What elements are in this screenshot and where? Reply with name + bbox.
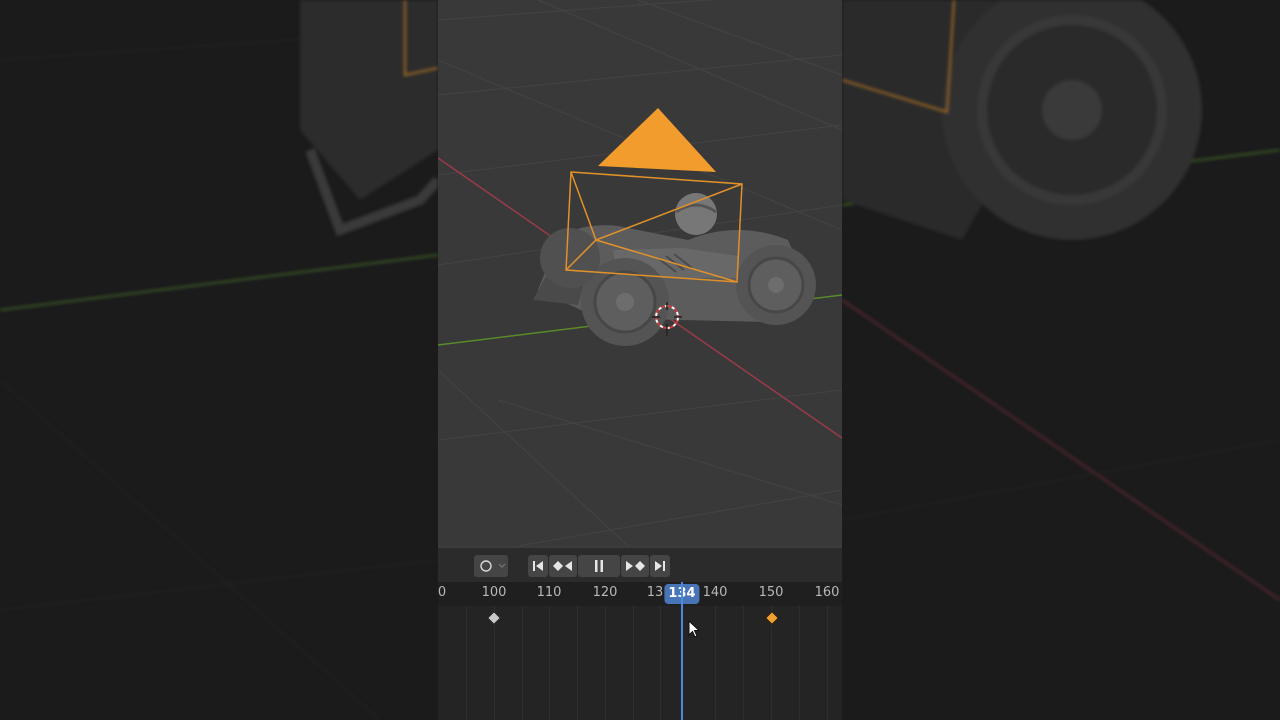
playhead[interactable] <box>681 582 683 720</box>
ruler-label: 0 <box>438 585 447 600</box>
keyframe-frame-100[interactable] <box>486 610 502 626</box>
keyframe-area[interactable] <box>438 606 842 720</box>
background-right-art <box>842 0 1280 601</box>
grid-line <box>660 606 661 720</box>
prev-keyframe-button[interactable] <box>549 555 577 577</box>
grid-line <box>715 606 716 720</box>
ruler-label: 150 <box>758 585 784 600</box>
viewport-scene <box>438 0 842 546</box>
grid-line <box>577 606 578 720</box>
race-car-model[interactable] <box>533 193 816 346</box>
pause-icon <box>595 560 603 572</box>
ruler-label: 110 <box>536 585 562 600</box>
ruler-label: 160 <box>814 585 840 600</box>
skip-end-icon <box>655 561 665 571</box>
background-blur-right <box>842 0 1280 720</box>
circle-icon <box>480 560 506 572</box>
grid-line <box>743 606 744 720</box>
ruler-label: 13 <box>646 585 664 600</box>
ruler-label: 140 <box>702 585 728 600</box>
skip-start-icon <box>533 561 543 571</box>
keyframe-frame-150-selected[interactable] <box>764 610 780 626</box>
grid-line <box>799 606 800 720</box>
next-keyframe-button[interactable] <box>621 555 649 577</box>
ruler-label: 100 <box>481 585 507 600</box>
ruler-label: 120 <box>592 585 618 600</box>
grid-line <box>522 606 523 720</box>
prev-keyframe-icon <box>553 561 572 571</box>
3d-viewport[interactable] <box>438 0 842 546</box>
frame-ruler[interactable]: 0 100 110 120 13 140 150 160 134 <box>438 582 842 606</box>
background-blur-left <box>0 0 438 720</box>
pause-button[interactable] <box>578 555 620 577</box>
auto-keying-toggle[interactable] <box>474 555 508 577</box>
jump-to-start-button[interactable] <box>528 555 548 577</box>
timeline-editor: 0 100 110 120 13 140 150 160 134 <box>438 546 842 720</box>
grid-line <box>605 606 606 720</box>
background-left-art <box>0 0 438 720</box>
grid-line <box>549 606 550 720</box>
grid-line <box>827 606 828 720</box>
camera-up-triangle <box>598 108 716 172</box>
grid-line <box>633 606 634 720</box>
mouse-cursor-icon <box>688 620 701 638</box>
next-keyframe-icon <box>626 561 645 571</box>
grid-line <box>466 606 467 720</box>
jump-to-end-button[interactable] <box>650 555 670 577</box>
blender-panel: 0 100 110 120 13 140 150 160 134 <box>438 0 842 720</box>
timeline-header <box>438 546 842 584</box>
